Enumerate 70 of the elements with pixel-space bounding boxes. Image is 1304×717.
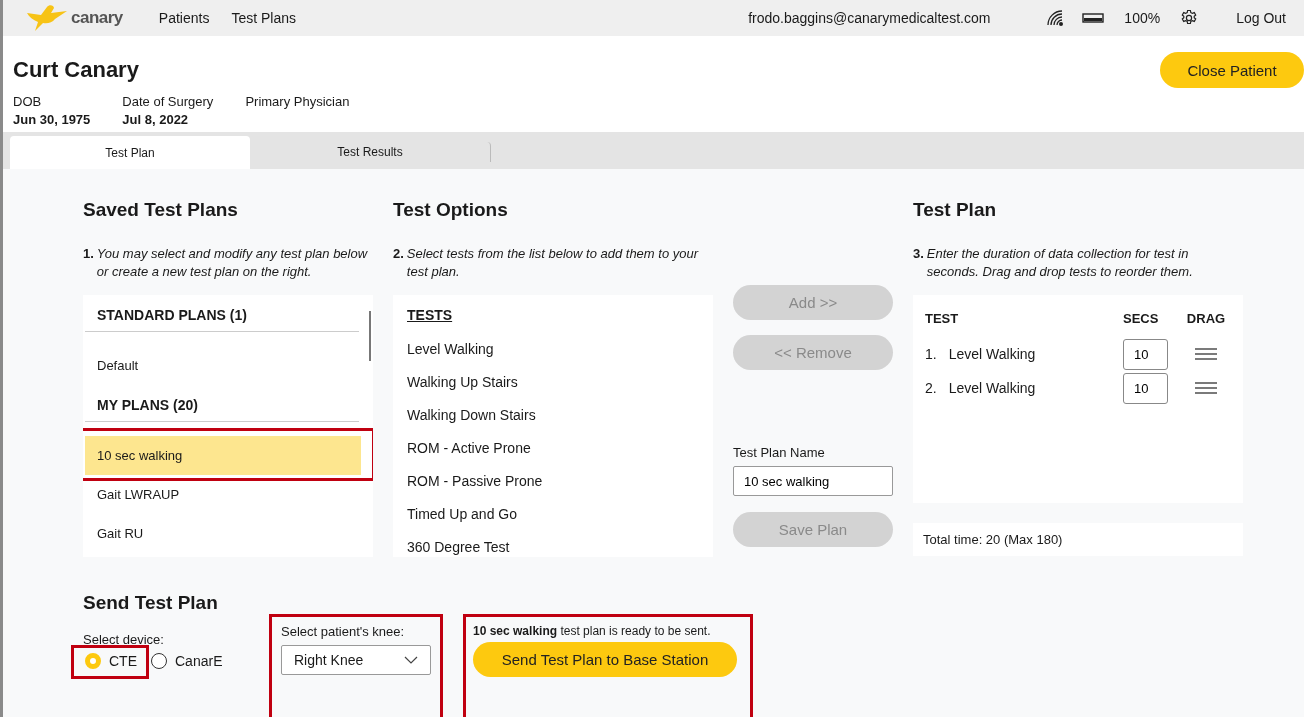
step-number: 1.	[83, 245, 94, 263]
close-patient-button[interactable]: Close Patient	[1160, 52, 1304, 89]
plan-list-item[interactable]: Default	[85, 346, 361, 385]
field-label: Select patient's knee:	[281, 624, 406, 639]
test-list-item[interactable]: Timed Up and Go	[407, 498, 699, 531]
test-list-item[interactable]: Level Walking	[407, 333, 699, 366]
nav-link[interactable]: Test Plans	[231, 10, 296, 26]
test-name: Level Walking	[948, 346, 1036, 362]
bird-logo-icon	[25, 4, 69, 32]
section-title: Test Options	[393, 199, 509, 222]
test-list-item[interactable]: Walking Up Stairs	[407, 366, 699, 399]
field-value: Jun 30, 1975	[13, 112, 91, 128]
test-list-item[interactable]: 360 Degree Test	[407, 531, 699, 557]
test-list-item[interactable]: Walking Down Stairs	[407, 399, 699, 432]
column-header: DRAG	[1185, 310, 1227, 326]
section-title: Send Test Plan	[83, 592, 219, 615]
field-label: Primary Physician	[245, 94, 350, 110]
signal-icon	[1046, 9, 1065, 27]
field-value: Jul 8, 2022	[122, 112, 190, 128]
group-heading: STANDARD PLANS (1)	[85, 295, 359, 332]
plan-list-item[interactable]: Gait RU	[85, 514, 361, 553]
dropdown-value: Right Knee	[294, 652, 364, 668]
column-header: SECS	[1123, 310, 1160, 326]
radio-option[interactable]: CTE	[85, 653, 137, 669]
radio-label: CTE	[109, 653, 137, 669]
send-button[interactable]: Send Test Plan to Base Station	[473, 642, 737, 677]
chevron-down-icon	[404, 656, 418, 664]
total-time-text: Total time: 20 (Max 180)	[923, 532, 1063, 547]
patient-name: Curt Canary	[13, 57, 139, 84]
plan-list-item[interactable]: 10 sec walking	[85, 436, 361, 475]
scrollbar[interactable]	[369, 311, 371, 361]
field-label: Select device:	[83, 632, 165, 647]
nav-link[interactable]: Patients	[158, 10, 210, 26]
battery-icon	[1082, 12, 1105, 24]
instruction-text: You may select and modify any test plan below or create a new test plan on the right.	[96, 245, 369, 281]
section-title: Saved Test Plans	[83, 199, 239, 222]
radio-button[interactable]	[151, 653, 167, 669]
instruction-text: Enter the duration of data collection for test in seconds. Drag and drop tests to reorder them.	[926, 245, 1194, 281]
step-number: 2.	[393, 245, 404, 263]
logo-wordmark: canary	[71, 8, 123, 28]
status-message: 10 sec walking test plan is ready to be sent.	[473, 624, 712, 638]
user-email: frodo.baggins@canarymedicaltest.com	[748, 10, 991, 26]
row-number: 2.	[925, 380, 937, 396]
battery-percentage: 100%	[1124, 10, 1161, 26]
row-number: 1.	[925, 346, 937, 362]
field-label: DOB	[13, 94, 43, 110]
seconds-field[interactable]: 10	[1123, 338, 1168, 370]
drag-handle-icon[interactable]	[1195, 382, 1217, 394]
tab[interactable]: Test Results	[250, 142, 491, 162]
group-heading: MY PLANS (20)	[85, 385, 359, 422]
logout-link[interactable]: Log Out	[1236, 10, 1286, 26]
radio-label: CanarE	[175, 653, 223, 669]
plan-name-field[interactable]: 10 sec walking	[733, 466, 893, 496]
radio-option[interactable]: CanarE	[151, 653, 223, 669]
list-heading: TESTS	[407, 307, 453, 323]
knee-dropdown[interactable]: Right Knee	[281, 645, 431, 675]
seconds-field[interactable]: 10	[1123, 372, 1168, 404]
tab[interactable]: Test Plan	[10, 136, 250, 169]
test-list-item[interactable]: ROM - Active Prone	[407, 432, 699, 465]
field-label: Date of Surgery	[122, 94, 214, 110]
test-list-item[interactable]: ROM - Passive Prone	[407, 465, 699, 498]
instruction-text: Select tests from the list below to add them to your test plan.	[406, 245, 700, 281]
drag-handle-icon[interactable]	[1195, 348, 1217, 360]
column-header: TEST	[925, 310, 960, 326]
field-label: Test Plan Name	[733, 445, 826, 460]
section-title: Test Plan	[913, 199, 998, 222]
test-name: Level Walking	[948, 380, 1036, 396]
settings-icon[interactable]	[1180, 9, 1199, 27]
step-number: 3.	[913, 245, 924, 263]
plan-list-item[interactable]: Gait LWRAUP	[85, 475, 361, 514]
